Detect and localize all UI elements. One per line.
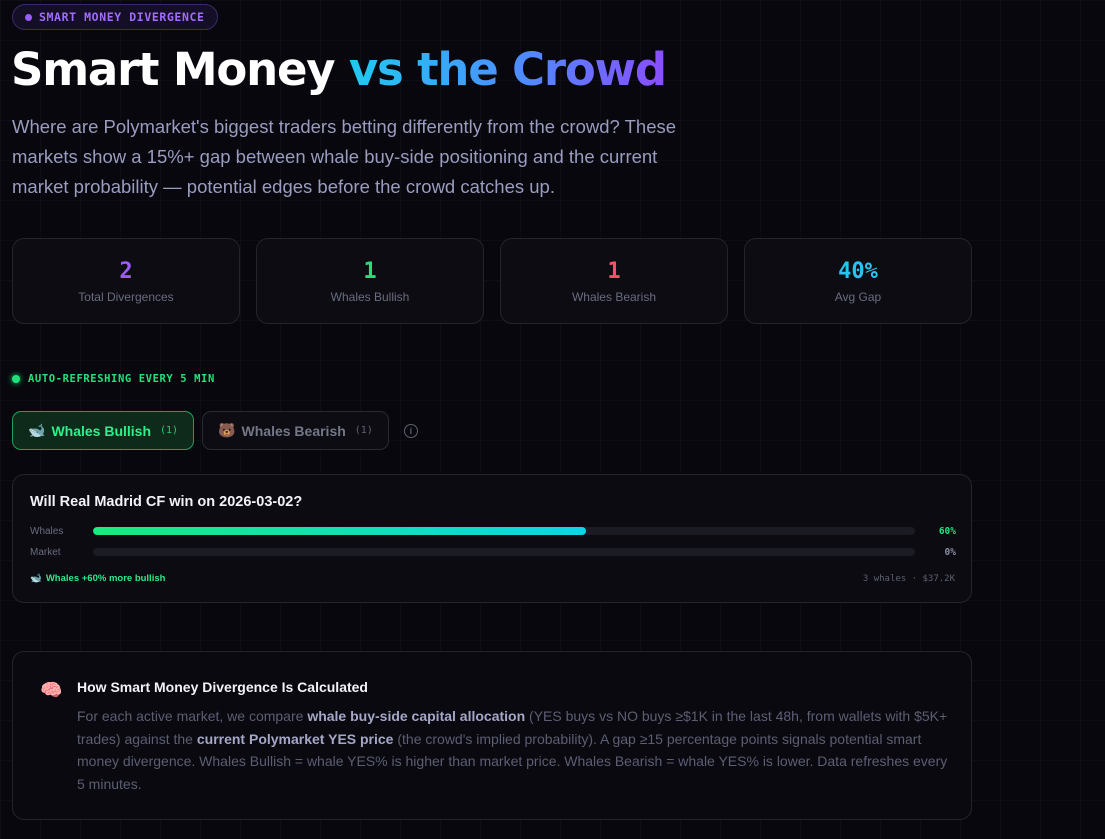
stat-value: 2 <box>119 259 133 284</box>
methodology-emphasis: current Polymarket YES price <box>196 730 394 747</box>
stat-label: Whales Bearish <box>571 290 657 304</box>
live-dot-icon <box>12 375 20 383</box>
stats-row: 2 Total Divergences 1 Whales Bullish 1 W… <box>12 238 972 324</box>
tab-whales-bearish[interactable]: 🐻 Whales Bearish (1) <box>202 411 389 450</box>
stat-card-whales-bearish: 1 Whales Bearish <box>500 238 728 324</box>
tab-whales-bullish[interactable]: 🐋 Whales Bullish (1) <box>12 411 195 450</box>
page-title-plain: Smart Money <box>11 43 349 96</box>
tab-count: (1) <box>160 425 179 436</box>
stat-label: Total Divergences <box>78 290 174 304</box>
section-badge: SMART MONEY DIVERGENCE <box>12 4 218 30</box>
stat-label: Avg Gap <box>834 290 882 304</box>
market-pct: 0% <box>944 546 956 558</box>
stat-card-avg-gap: 40% Avg Gap <box>744 238 972 324</box>
market-row: Market 0% <box>30 545 956 559</box>
market-card[interactable]: Will Real Madrid CF win on 2026-03-02? W… <box>12 474 972 603</box>
filter-tabs: 🐋 Whales Bullish (1) 🐻 Whales Bearish (1… <box>12 411 418 450</box>
whales-bar-fill <box>93 527 587 535</box>
signal-text: Whales +60% more bullish <box>45 573 166 584</box>
stat-label: Whales Bullish <box>330 290 410 304</box>
whales-row: Whales 60% <box>30 524 956 538</box>
page-title: Smart Money vs the Crowd <box>11 40 667 100</box>
auto-refresh-status: AUTO-REFRESHING EVERY 5 MIN <box>12 373 215 385</box>
tab-label: Whales Bearish <box>241 422 346 439</box>
stat-card-total-divergences: 2 Total Divergences <box>12 238 240 324</box>
badge-dot-icon <box>25 13 32 21</box>
methodology-title: How Smart Money Divergence Is Calculated <box>77 679 368 695</box>
bear-icon: 🐻 <box>218 422 236 438</box>
market-question: Will Real Madrid CF win on 2026-03-02? <box>30 494 303 510</box>
badge-label: SMART MONEY DIVERGENCE <box>39 10 205 24</box>
stat-value: 1 <box>363 259 377 284</box>
methodology-body: For each active market, we compare whale… <box>77 705 957 795</box>
page-subtitle: Where are Polymarket's biggest traders b… <box>12 116 677 197</box>
page-title-accent: vs the Crowd <box>348 43 667 96</box>
divergence-signal: 🐋 Whales +60% more bullish <box>30 573 165 584</box>
methodology-text: For each active market, we compare <box>77 708 308 724</box>
whales-bar-track <box>93 527 915 535</box>
methodology-panel: 🧠 How Smart Money Divergence Is Calculat… <box>12 651 972 820</box>
market-meta: 3 whales · $37.2K <box>862 574 955 584</box>
brain-icon: 🧠 <box>40 680 63 700</box>
market-bar-track <box>93 548 915 556</box>
whales-pct: 60% <box>938 525 956 537</box>
whales-label: Whales <box>30 525 64 537</box>
auto-refresh-label: AUTO-REFRESHING EVERY 5 MIN <box>28 373 215 385</box>
stat-value: 40% <box>838 259 878 284</box>
tab-count: (1) <box>354 425 373 436</box>
stat-value: 1 <box>607 259 621 284</box>
methodology-emphasis: whale buy-side capital allocation <box>307 708 526 724</box>
whale-icon: 🐋 <box>30 573 42 584</box>
market-label: Market <box>30 546 61 558</box>
info-icon[interactable]: i <box>403 423 418 438</box>
whale-icon: 🐋 <box>28 422 46 438</box>
stat-card-whales-bullish: 1 Whales Bullish <box>256 238 484 324</box>
tab-label: Whales Bullish <box>51 422 152 439</box>
